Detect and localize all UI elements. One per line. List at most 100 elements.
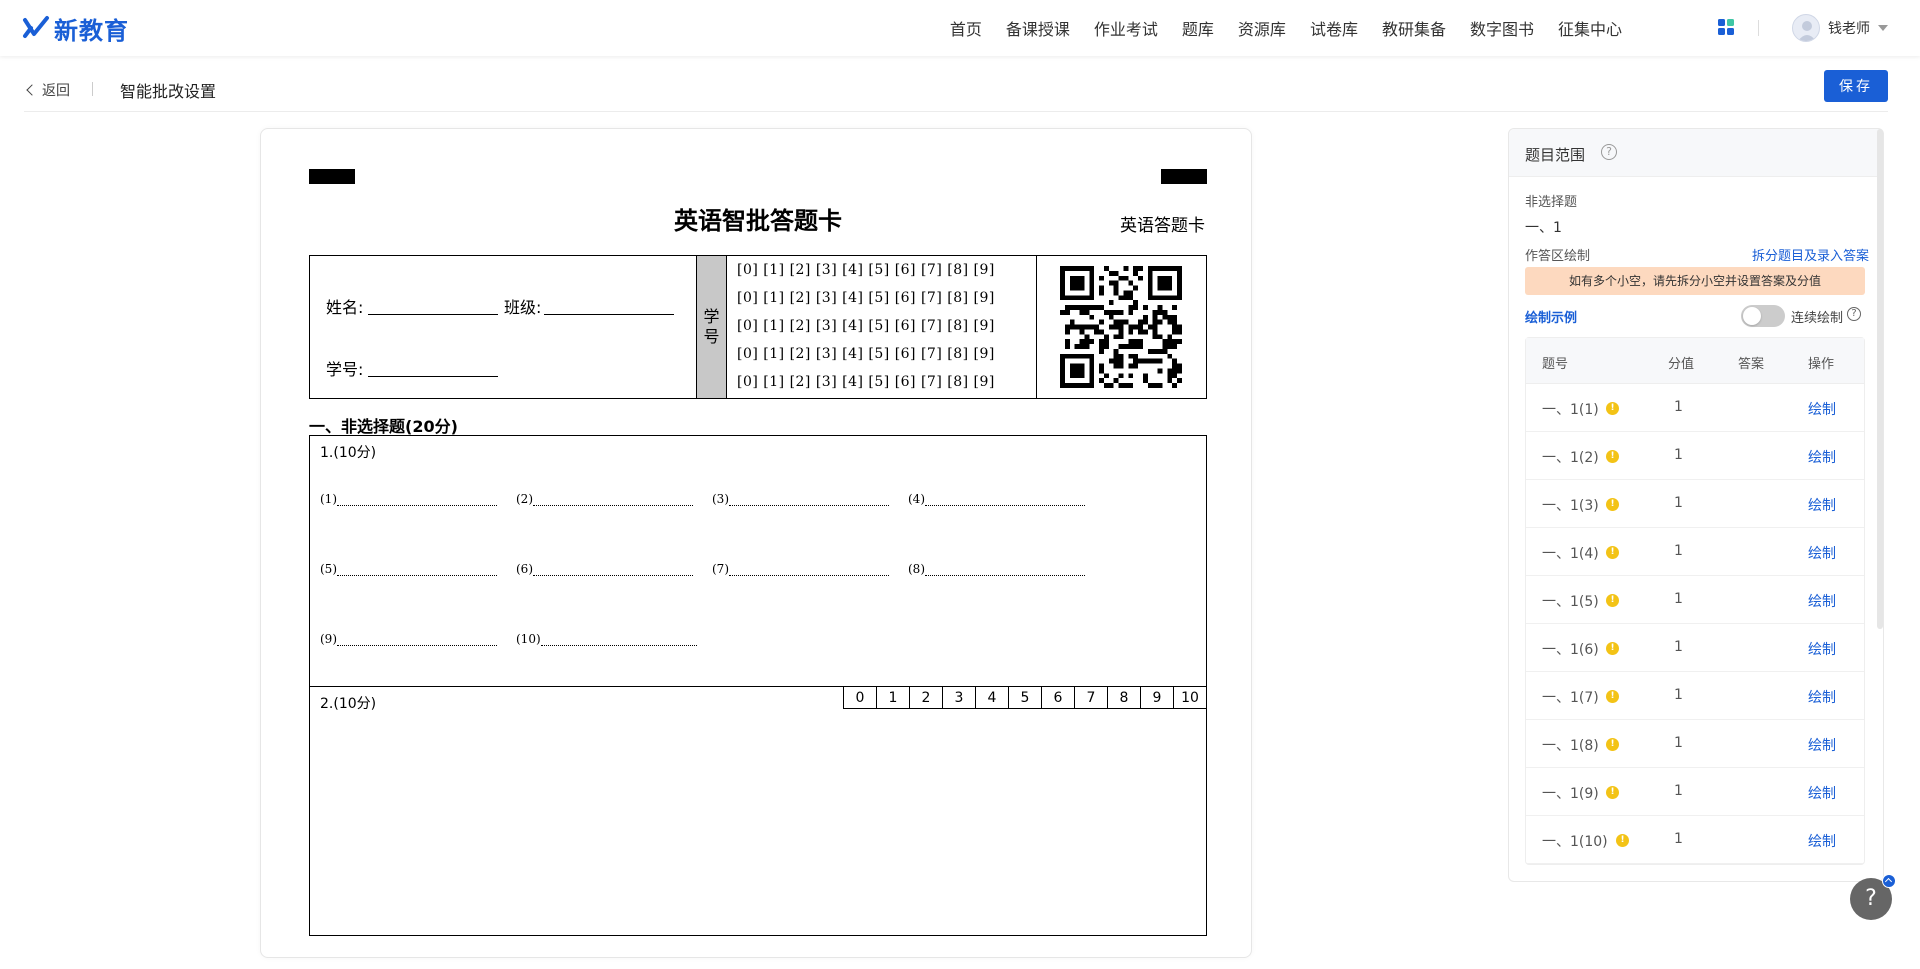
answer-blank: (10) bbox=[516, 632, 697, 646]
score-box: 2 bbox=[910, 686, 943, 709]
help-label: ? bbox=[1865, 886, 1877, 911]
draw-button[interactable]: 绘制 bbox=[1808, 591, 1836, 611]
question-score: 1 bbox=[1674, 495, 1683, 511]
score-box-row: 0 1 2 3 4 5 6 7 8 9 10 bbox=[843, 686, 1207, 709]
blank-label: (8) bbox=[908, 562, 925, 576]
sheet-title: 英语智批答题卡 bbox=[674, 207, 842, 235]
nav-divider bbox=[1758, 20, 1759, 36]
name-line bbox=[368, 314, 498, 315]
panel-scrollbar[interactable] bbox=[1877, 129, 1883, 629]
blank-line bbox=[533, 496, 693, 506]
student-id-label: 学号: bbox=[326, 360, 364, 379]
draw-button[interactable]: 绘制 bbox=[1808, 543, 1836, 563]
blank-label: (4) bbox=[908, 492, 925, 506]
draw-button[interactable]: 绘制 bbox=[1808, 783, 1836, 803]
section-title: 一、非选择题(20分) bbox=[309, 417, 458, 436]
blank-line bbox=[925, 496, 1085, 506]
table-row: 一、1(1)! 1 绘制 bbox=[1526, 384, 1864, 432]
non-choice-label: 非选择题 bbox=[1525, 195, 1578, 210]
answer-blank: (9) bbox=[320, 632, 497, 646]
registration-marker-left bbox=[309, 169, 355, 184]
score-box: 6 bbox=[1042, 686, 1075, 709]
question-score: 1 bbox=[1674, 591, 1683, 607]
answer-blank: (5) bbox=[320, 562, 497, 576]
blank-label: (10) bbox=[516, 632, 541, 646]
score-box: 0 bbox=[844, 686, 877, 709]
draw-button[interactable]: 绘制 bbox=[1808, 495, 1836, 515]
nav-item-6[interactable]: 教研集备 bbox=[1382, 16, 1446, 40]
qr-code-icon bbox=[1060, 266, 1182, 388]
question-number: 一、1(8) bbox=[1542, 738, 1599, 754]
blank-line bbox=[925, 566, 1085, 576]
header-divider bbox=[92, 82, 93, 96]
draw-button[interactable]: 绘制 bbox=[1808, 687, 1836, 707]
table-row: 一、1(8)! 1 绘制 bbox=[1526, 720, 1864, 768]
continuous-draw-toggle[interactable] bbox=[1741, 305, 1785, 327]
answer-blank: (2) bbox=[516, 492, 693, 506]
draw-button[interactable]: 绘制 bbox=[1808, 735, 1836, 755]
nav-item-7[interactable]: 数字图书 bbox=[1470, 16, 1534, 40]
score-box: 4 bbox=[976, 686, 1009, 709]
blank-line bbox=[540, 636, 697, 646]
toggle-knob bbox=[1743, 307, 1761, 325]
user-avatar-icon bbox=[1798, 21, 1816, 41]
draw-example-link[interactable]: 绘制示例 bbox=[1525, 307, 1577, 326]
nav-item-4[interactable]: 资源库 bbox=[1238, 16, 1286, 40]
question-2-area[interactable]: 2.(10分) 0 1 2 3 4 5 6 7 8 9 10 bbox=[309, 686, 1207, 936]
score-box: 1 bbox=[877, 686, 910, 709]
answer-blank: (6) bbox=[516, 562, 693, 576]
table-header: 题号 分值 答案 操作 bbox=[1526, 338, 1864, 384]
logo-mark-icon bbox=[23, 16, 49, 38]
back-label: 返回 bbox=[42, 83, 70, 99]
warning-icon: ! bbox=[1606, 498, 1619, 511]
blank-line bbox=[729, 566, 889, 576]
user-name: 钱老师 bbox=[1828, 21, 1870, 37]
panel-title: 题目范围 bbox=[1525, 146, 1586, 164]
apps-grid-icon[interactable] bbox=[1718, 19, 1735, 36]
nav-item-0[interactable]: 首页 bbox=[950, 16, 982, 40]
question-mark-icon[interactable]: ? bbox=[1601, 144, 1617, 160]
draw-button[interactable]: 绘制 bbox=[1808, 447, 1836, 467]
scroll-top-icon[interactable] bbox=[1882, 874, 1896, 888]
draw-button[interactable]: 绘制 bbox=[1808, 639, 1836, 659]
draw-button[interactable]: 绘制 bbox=[1808, 831, 1836, 851]
blank-line bbox=[337, 636, 497, 646]
user-menu[interactable]: 钱老师 bbox=[1792, 14, 1888, 42]
split-questions-link[interactable]: 拆分题目及录入答案 bbox=[1752, 245, 1869, 264]
question-mark-icon[interactable]: ? bbox=[1847, 307, 1861, 321]
panel-header: 题目范围 ? bbox=[1509, 129, 1883, 177]
warning-icon: ! bbox=[1606, 642, 1619, 655]
class-line bbox=[544, 314, 674, 315]
warning-icon: ! bbox=[1606, 546, 1619, 559]
main-menu: 首页 备课授课 作业考试 题库 资源库 试卷库 教研集备 数字图书 征集中心 bbox=[926, 0, 1622, 56]
xuehao-char-1: 学 bbox=[703, 307, 720, 326]
warning-icon: ! bbox=[1606, 738, 1619, 751]
help-button[interactable]: ? bbox=[1850, 874, 1896, 920]
nav-item-8[interactable]: 征集中心 bbox=[1558, 16, 1622, 40]
draw-button[interactable]: 绘制 bbox=[1808, 399, 1836, 419]
nav-item-5[interactable]: 试卷库 bbox=[1310, 16, 1358, 40]
question-score: 1 bbox=[1674, 399, 1683, 415]
student-info-box: 姓名: 班级: 学号: 学 号 [0] [1] [2] [3] [4] [5] … bbox=[309, 255, 1207, 399]
save-button[interactable]: 保存 bbox=[1824, 70, 1888, 102]
question-1-area[interactable]: 1.(10分) (1) (2) (3) (4) (5) (6) (7) (8) (9) (10) bbox=[309, 435, 1207, 687]
warning-icon: ! bbox=[1606, 594, 1619, 607]
nav-item-2[interactable]: 作业考试 bbox=[1094, 16, 1158, 40]
table-row: 一、1(3)! 1 绘制 bbox=[1526, 480, 1864, 528]
back-button[interactable]: 返回 bbox=[24, 80, 70, 100]
col-action: 操作 bbox=[1808, 357, 1835, 372]
answer-sheet-canvas[interactable]: 英语智批答题卡 英语答题卡 姓名: 班级: 学号: 学 号 [0] [1] [2… bbox=[260, 128, 1252, 958]
nav-item-1[interactable]: 备课授课 bbox=[1006, 16, 1070, 40]
question-range-panel: 题目范围 ? 非选择题 一、1 作答区绘制 拆分题目及录入答案 如有多个小空，请… bbox=[1508, 128, 1884, 882]
score-box: 10 bbox=[1174, 686, 1207, 709]
table-row: 一、1(4)! 1 绘制 bbox=[1526, 528, 1864, 576]
brand-logo[interactable]: 新教育 bbox=[22, 12, 129, 45]
digit-row: [0] [1] [2] [3] [4] [5] [6] [7] [8] [9] bbox=[737, 262, 995, 278]
student-id-bubble-grid: [0] [1] [2] [3] [4] [5] [6] [7] [8] [9] [… bbox=[727, 256, 1037, 398]
class-label: 班级: bbox=[504, 298, 542, 317]
question-number: 一、1(4) bbox=[1542, 546, 1599, 562]
warning-icon: ! bbox=[1606, 786, 1619, 799]
student-id-line bbox=[368, 376, 498, 377]
table-row: 一、1(9)! 1 绘制 bbox=[1526, 768, 1864, 816]
nav-item-3[interactable]: 题库 bbox=[1182, 16, 1214, 40]
